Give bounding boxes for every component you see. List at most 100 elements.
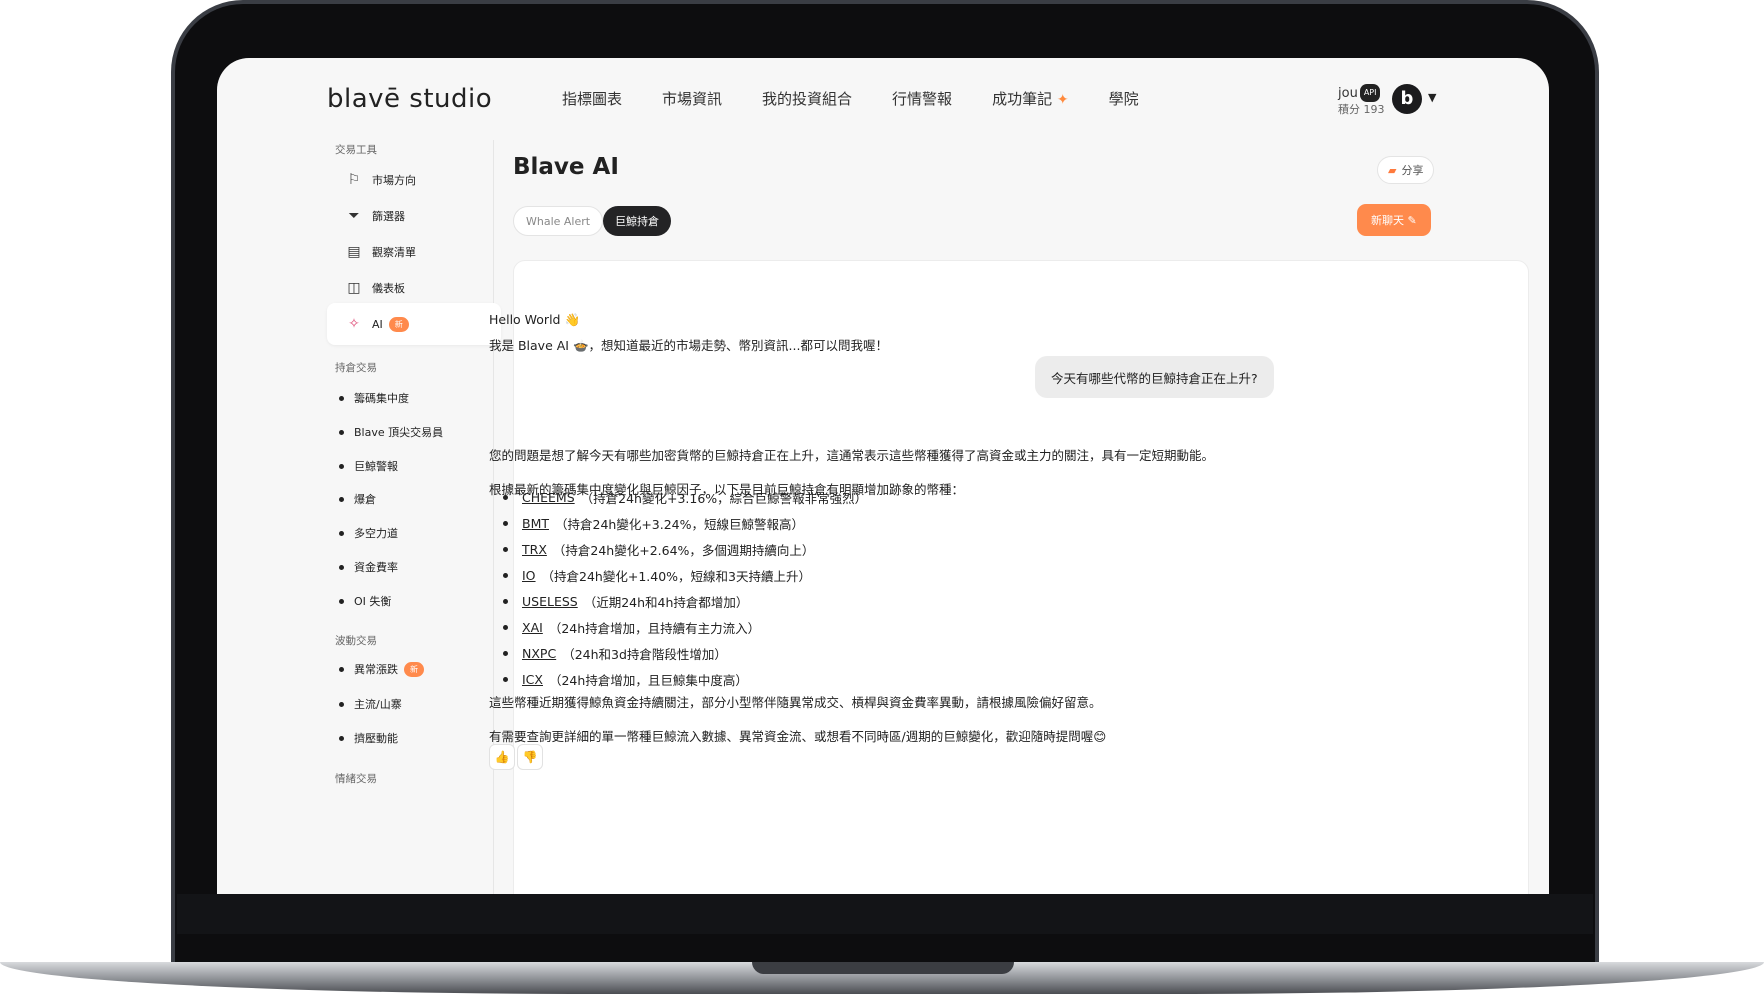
- sidebar-section-trading-tools: 交易工具: [335, 144, 377, 156]
- ai-icon: ✧: [348, 316, 360, 332]
- sidebar-item-oi-imbalance[interactable]: OI 失衡: [339, 593, 391, 609]
- sidebar-item-label: AI: [372, 317, 383, 331]
- ai-answer-paragraph: 有需要查詢更詳細的單一幣種巨鯨流入數據、異常資金流、或想看不同時區/週期的巨鯨變…: [489, 729, 1107, 744]
- bullet: [339, 496, 344, 502]
- thumbs-up-icon[interactable]: 👍: [489, 744, 515, 770]
- brand-logo[interactable]: blavē studio: [327, 84, 492, 114]
- sidebar-section-sentiment-trading: 情緒交易: [335, 773, 377, 785]
- bullet: [339, 429, 344, 435]
- list-item: TRX （持倉24h變化+2.64%，多個週期持續向上）: [503, 536, 867, 562]
- sidebar-item-label: OI 失衡: [354, 595, 392, 608]
- bullet: [503, 494, 508, 500]
- new-chat-button[interactable]: 新聊天 ✎: [1357, 204, 1431, 236]
- ai-answer-paragraph: 這些幣種近期獲得鯨魚資金持續關注，部分小型幣伴隨異常成交、槓桿與資金費率異動，請…: [489, 695, 1102, 710]
- share-label: 分享: [1401, 164, 1424, 177]
- top-nav: 指標圖表 市場資訊 我的投資組合 行情警報 成功筆記 ✦ 學院: [562, 88, 1139, 109]
- coin-link[interactable]: ICX: [522, 672, 543, 687]
- sidebar-item-long-short[interactable]: 多空力道: [339, 525, 398, 541]
- nav-item-success-notes[interactable]: 成功筆記 ✦: [992, 88, 1069, 109]
- new-chat-label: 新聊天: [1371, 214, 1404, 227]
- coin-link[interactable]: CHEEMS: [522, 490, 575, 505]
- laptop-notch: [752, 962, 1014, 974]
- sidebar-item-label: 巨鯨警報: [354, 460, 398, 473]
- coin-link[interactable]: NXPC: [522, 646, 556, 661]
- sidebar-item-top-traders[interactable]: Blave 頂尖交易員: [339, 424, 443, 440]
- sidebar-item-label: 儀表板: [372, 282, 405, 295]
- sidebar-item-chip-concentration[interactable]: 籌碼集中度: [339, 390, 409, 406]
- ai-intro: 我是 Blave AI 🍲，想知道最近的市場走勢、幣別資訊...都可以問我喔！: [489, 338, 888, 353]
- sidebar-item-label: 多空力道: [354, 527, 398, 540]
- bullet: [503, 546, 508, 552]
- sparkle-icon: ✦: [1056, 92, 1069, 108]
- bullet: [503, 676, 508, 682]
- sidebar-item-abnormal-moves[interactable]: 異常漲跌新: [339, 661, 424, 677]
- flag-icon: ⚐: [347, 172, 361, 188]
- coin-note: （持倉24h變化+3.24%，短線巨鯨警報高）: [555, 516, 805, 532]
- sidebar-item-label: 資金費率: [354, 561, 398, 574]
- list-item: BMT （持倉24h變化+3.24%，短線巨鯨警報高）: [503, 510, 867, 536]
- sidebar-item-label: 籌碼集中度: [354, 392, 409, 405]
- coin-link[interactable]: IO: [522, 568, 536, 583]
- coin-link[interactable]: USELESS: [522, 594, 578, 609]
- api-badge: API: [1359, 84, 1381, 102]
- avatar[interactable]: b: [1392, 84, 1422, 114]
- bullet: [339, 735, 344, 741]
- nav-item-academy[interactable]: 學院: [1109, 88, 1139, 109]
- sidebar-item-squeeze-momentum[interactable]: 擠壓動能: [339, 730, 398, 746]
- chevron-down-icon[interactable]: ▼: [1428, 91, 1436, 104]
- tab-whale-alert[interactable]: Whale Alert: [513, 206, 604, 236]
- new-badge: 新: [404, 661, 424, 677]
- bullet: [503, 624, 508, 630]
- list-item: USELESS （近期24h和4h持倉都增加）: [503, 588, 867, 614]
- bullet: [339, 701, 344, 707]
- sidebar-item-liquidation[interactable]: 爆倉: [339, 491, 376, 507]
- nav-item-alerts[interactable]: 行情警報: [892, 88, 952, 109]
- list-item: NXPC （24h和3d持倉階段性增加）: [503, 640, 867, 666]
- share-icon: ▰: [1388, 163, 1397, 177]
- bullet: [339, 463, 344, 469]
- tab-whale-position[interactable]: 巨鯨持倉: [603, 206, 671, 236]
- user-points: 積分 193: [1338, 103, 1385, 116]
- nav-item-success-notes-label: 成功筆記: [992, 90, 1053, 108]
- sidebar-item-whale-alert[interactable]: 巨鯨警報: [339, 458, 398, 474]
- sidebar-item-ai[interactable]: ✧ AI 新: [327, 303, 501, 345]
- sidebar-item-label: 爆倉: [354, 493, 376, 506]
- bullet: [339, 530, 344, 536]
- list-item: CHEEMS （持倉24h變化+3.16%，綜合巨鯨警報非常強烈）: [503, 484, 867, 510]
- sidebar-item-funding-rate[interactable]: 資金費率: [339, 559, 398, 575]
- share-button[interactable]: ▰ 分享: [1377, 156, 1435, 184]
- nav-item-market-info[interactable]: 市場資訊: [662, 88, 722, 109]
- new-badge: 新: [388, 316, 409, 332]
- list-icon: ▤: [347, 244, 361, 260]
- coin-note: （持倉24h變化+3.16%，綜合巨鯨警報非常強烈）: [580, 490, 868, 506]
- list-item: ICX （24h持倉增加，且巨鯨集中度高）: [503, 666, 867, 692]
- coin-note: （近期24h和4h持倉都增加）: [583, 594, 749, 610]
- sidebar-section-volatility-trading: 波動交易: [335, 635, 377, 647]
- coin-link[interactable]: BMT: [522, 516, 549, 531]
- sidebar-item-label: 主流/山寨: [354, 698, 402, 711]
- nav-item-indicators[interactable]: 指標圖表: [562, 88, 622, 109]
- list-item: IO （持倉24h變化+1.40%，短線和3天持續上升）: [503, 562, 867, 588]
- bullet: [503, 520, 508, 526]
- pencil-icon: ✎: [1407, 213, 1417, 227]
- coin-link[interactable]: XAI: [522, 620, 543, 635]
- thumbs-down-icon[interactable]: 👎: [517, 744, 543, 770]
- coin-note: （24h和3d持倉階段性增加）: [562, 646, 727, 662]
- dashboard-icon: ◫: [347, 280, 361, 296]
- list-item: XAI （24h持倉增加，且持續有主力流入）: [503, 614, 867, 640]
- bullet: [339, 666, 344, 672]
- sidebar-section-position-trading: 持倉交易: [335, 362, 377, 374]
- coin-link[interactable]: TRX: [522, 542, 547, 557]
- user-info[interactable]: jou API 積分 193: [1338, 84, 1385, 118]
- sidebar-item-label: 異常漲跌: [354, 663, 398, 676]
- sidebar-item-label: 觀察清單: [372, 246, 416, 259]
- sidebar-item-major-alt[interactable]: 主流/山寨: [339, 696, 402, 712]
- coin-note: （持倉24h變化+2.64%，多個週期持續向上）: [552, 542, 815, 558]
- bullet: [339, 598, 344, 604]
- page-title: Blave AI: [513, 154, 619, 180]
- bullet: [503, 650, 508, 656]
- app-screen: blavē studio 指標圖表 市場資訊 我的投資組合 行情警報 成功筆記 …: [217, 58, 1549, 894]
- sidebar-item-label: 市場方向: [372, 174, 416, 187]
- coin-note: （24h持倉增加，且持續有主力流入）: [548, 620, 761, 636]
- nav-item-portfolio[interactable]: 我的投資組合: [762, 88, 852, 109]
